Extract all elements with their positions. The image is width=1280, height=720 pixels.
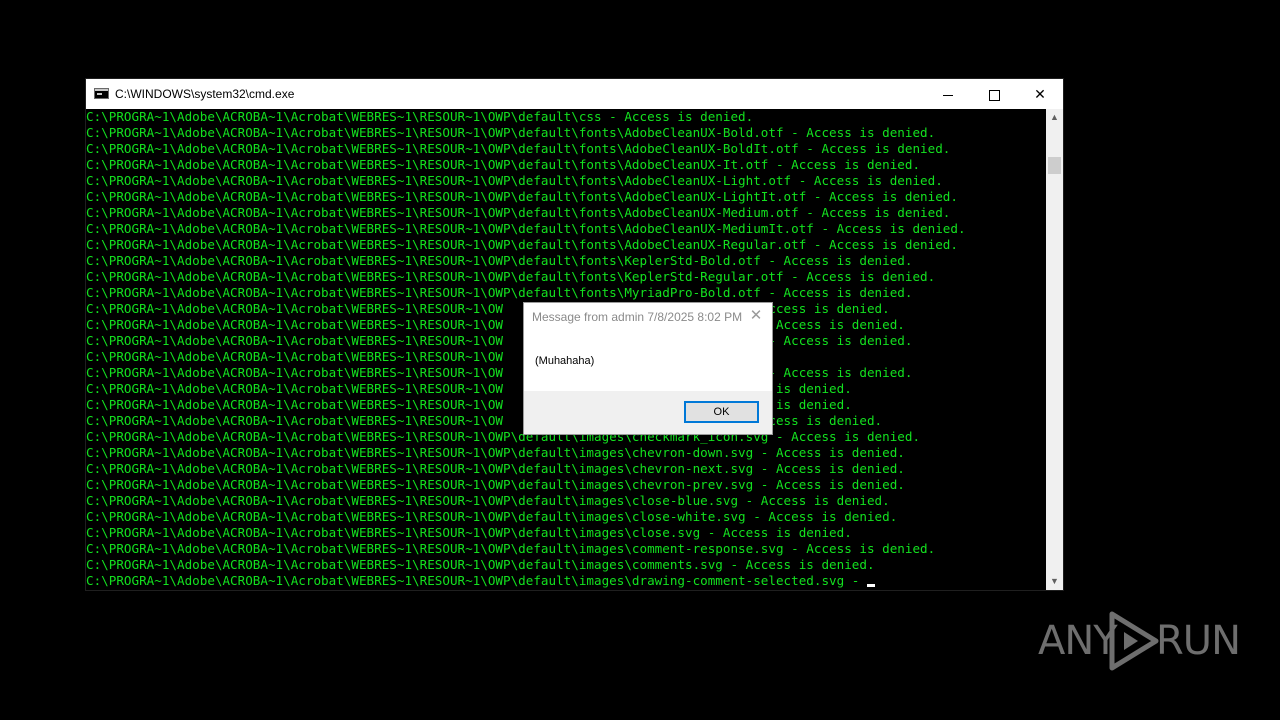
dialog-footer: OK [524,391,772,434]
anyrun-watermark: ANY RUN [1038,606,1241,676]
ok-button[interactable]: OK [684,401,759,423]
cmd-app-icon [94,88,109,99]
dialog-close-button[interactable]: ✕ [746,306,766,326]
scroll-down-button[interactable]: ▼ [1046,573,1063,590]
console-line: C:\PROGRA~1\Adobe\ACROBA~1\Acrobat\WEBRE… [86,493,890,508]
title-bar[interactable]: C:\WINDOWS\system32\cmd.exe ✕ [86,79,1063,109]
console-line: C:\PROGRA~1\Adobe\ACROBA~1\Acrobat\WEBRE… [86,445,905,460]
dialog-title: Message from admin 7/8/2025 8:02 PM [532,310,743,324]
play-triangle-icon [1109,611,1159,671]
scroll-thumb[interactable] [1048,157,1061,174]
console-line: C:\PROGRA~1\Adobe\ACROBA~1\Acrobat\WEBRE… [86,541,936,556]
console-line: C:\PROGRA~1\Adobe\ACROBA~1\Acrobat\WEBRE… [86,141,951,156]
vertical-scrollbar[interactable]: ▲ ▼ [1046,109,1063,590]
console-line: C:\PROGRA~1\Adobe\ACROBA~1\Acrobat\WEBRE… [86,237,958,252]
console-line: C:\PROGRA~1\Adobe\ACROBA~1\Acrobat\WEBRE… [86,205,951,220]
watermark-any-text: ANY [1038,618,1118,664]
console-line: C:\PROGRA~1\Adobe\ACROBA~1\Acrobat\WEBRE… [86,477,905,492]
console-line: C:\PROGRA~1\Adobe\ACROBA~1\Acrobat\WEBRE… [86,109,754,124]
close-icon: ✕ [1034,86,1046,102]
console-line: C:\PROGRA~1\Adobe\ACROBA~1\Acrobat\WEBRE… [86,557,875,572]
console-line: C:\PROGRA~1\Adobe\ACROBA~1\Acrobat\WEBRE… [86,157,921,172]
console-line: C:\PROGRA~1\Adobe\ACROBA~1\Acrobat\WEBRE… [86,173,943,188]
console-line: C:\PROGRA~1\Adobe\ACROBA~1\Acrobat\WEBRE… [86,285,913,300]
console-line: C:\PROGRA~1\Adobe\ACROBA~1\Acrobat\WEBRE… [86,525,852,540]
console-line: C:\PROGRA~1\Adobe\ACROBA~1\Acrobat\WEBRE… [86,125,936,140]
console-line: C:\PROGRA~1\Adobe\ACROBA~1\Acrobat\WEBRE… [86,509,898,524]
console-line: C:\PROGRA~1\Adobe\ACROBA~1\Acrobat\WEBRE… [86,269,936,284]
minimize-button[interactable] [925,79,971,109]
window-title: C:\WINDOWS\system32\cmd.exe [115,87,295,101]
maximize-icon [988,89,1000,101]
text-cursor [866,584,875,587]
minimize-icon [943,94,953,96]
console-line: C:\PROGRA~1\Adobe\ACROBA~1\Acrobat\WEBRE… [86,461,905,476]
chevron-up-icon: ▲ [1050,112,1059,122]
message-dialog[interactable]: Message from admin 7/8/2025 8:02 PM ✕ (M… [523,302,773,435]
chevron-down-icon: ▼ [1050,576,1059,586]
console-line: C:\PROGRA~1\Adobe\ACROBA~1\Acrobat\WEBRE… [86,221,966,236]
dialog-message: (Muhahaha) [535,355,595,367]
maximize-button[interactable] [971,79,1017,109]
scroll-up-button[interactable]: ▲ [1046,109,1063,126]
close-button[interactable]: ✕ [1017,79,1063,109]
console-line: C:\PROGRA~1\Adobe\ACROBA~1\Acrobat\WEBRE… [86,253,913,268]
close-icon: ✕ [749,307,763,324]
console-line: C:\PROGRA~1\Adobe\ACROBA~1\Acrobat\WEBRE… [86,189,958,204]
watermark-run-text: RUN [1156,618,1241,664]
console-last-line-text: C:\PROGRA~1\Adobe\ACROBA~1\Acrobat\WEBRE… [86,573,867,588]
console-last-line: C:\PROGRA~1\Adobe\ACROBA~1\Acrobat\WEBRE… [86,573,1046,589]
